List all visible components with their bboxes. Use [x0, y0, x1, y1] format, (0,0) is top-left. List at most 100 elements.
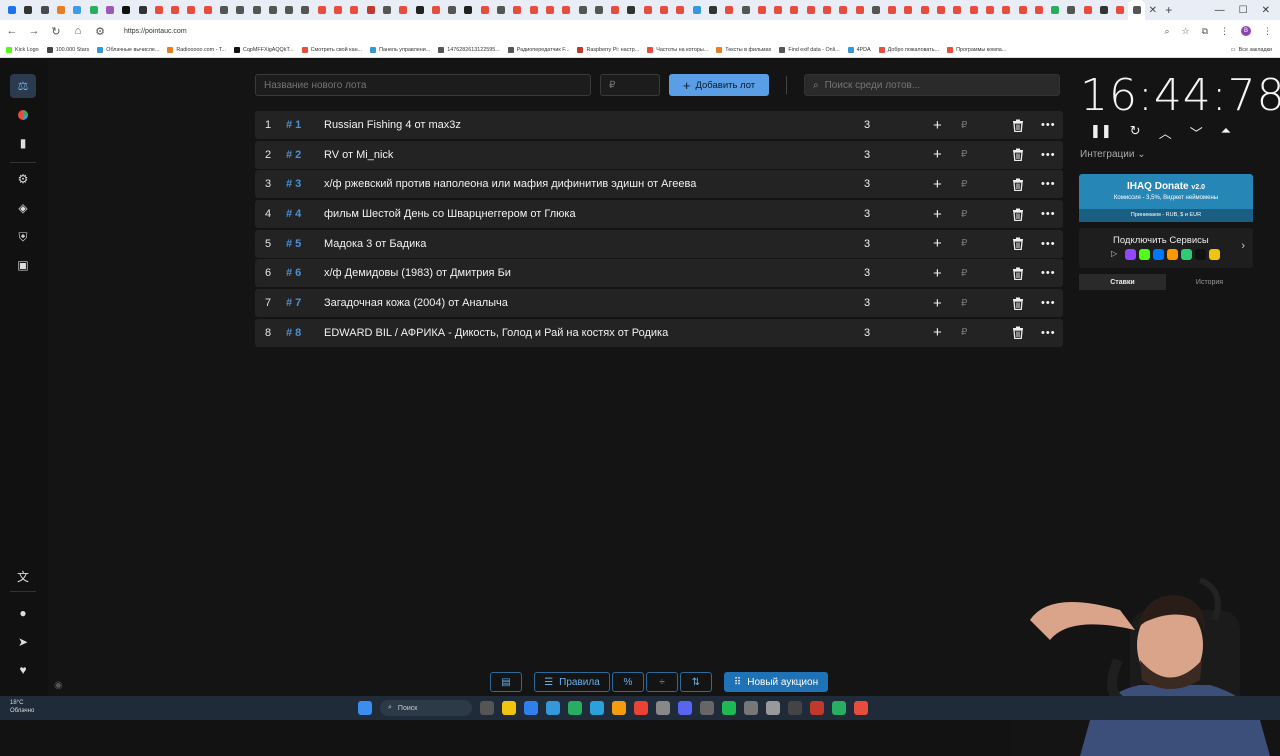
browser-tab[interactable]: [672, 0, 688, 20]
maximize-icon[interactable]: ☐: [1239, 5, 1248, 16]
browser-tab[interactable]: [428, 0, 444, 20]
browser-tab[interactable]: [37, 0, 53, 20]
discord-icon[interactable]: [678, 701, 692, 715]
browser-tab[interactable]: [656, 0, 672, 20]
services-panel[interactable]: Подключить Сервисы ▷ ›: [1079, 228, 1253, 268]
browser-tab[interactable]: [754, 0, 770, 20]
browser-menu-icon[interactable]: ⋮: [1263, 26, 1272, 37]
integrations-toggle[interactable]: Интеграции ⌄: [1080, 149, 1146, 160]
tab-bets[interactable]: Ставки: [1079, 274, 1166, 290]
browser-tab[interactable]: [509, 0, 525, 20]
lot-title[interactable]: RV от Mi_nick: [324, 149, 393, 161]
add-amount-icon[interactable]: +: [933, 176, 942, 193]
ruble-input[interactable]: ₽: [961, 120, 967, 131]
browser-tab[interactable]: [1112, 0, 1128, 20]
bookmark-item[interactable]: Find exif data - Onli...: [779, 46, 840, 53]
browser-tab[interactable]: [297, 0, 313, 20]
new-auction-button[interactable]: ⠿ Новый аукцион: [724, 672, 828, 692]
browser-tab[interactable]: [770, 0, 786, 20]
task-view-icon[interactable]: [480, 701, 494, 715]
browser-tab[interactable]: [69, 0, 85, 20]
add-amount-icon[interactable]: +: [933, 295, 942, 312]
browser-tab[interactable]: [85, 0, 101, 20]
wheel-icon[interactable]: [10, 103, 36, 127]
bookmark-item[interactable]: Raspberry Pi: настр...: [577, 46, 639, 53]
trash-icon[interactable]: [1012, 119, 1024, 132]
tab-history[interactable]: История: [1166, 274, 1253, 290]
browser-tab[interactable]: [835, 0, 851, 20]
browser-tab[interactable]: [786, 0, 802, 20]
ruble-input[interactable]: ₽: [961, 327, 967, 338]
lot-title[interactable]: х/ф Демидовы (1983) от Дмитрия Би: [324, 267, 511, 279]
github-icon[interactable]: ●: [10, 601, 36, 625]
browser-tab[interactable]: [232, 0, 248, 20]
browser-tab[interactable]: [411, 0, 427, 20]
browser-tab[interactable]: [53, 0, 69, 20]
bookmark-item[interactable]: Частоты на которы...: [647, 46, 708, 53]
browser-tab[interactable]: [542, 0, 558, 20]
add-amount-icon[interactable]: +: [933, 146, 942, 163]
lot-amount[interactable]: 3: [864, 297, 870, 309]
service-icon[interactable]: [1125, 249, 1136, 260]
stats-icon[interactable]: ▮: [10, 131, 36, 155]
add-amount-icon[interactable]: +: [933, 117, 942, 134]
lot-title[interactable]: фильм Шестой День со Шварцнеггером от Гл…: [324, 208, 576, 220]
bookmark-item[interactable]: Смотреть свой кан...: [301, 46, 362, 53]
service-icon[interactable]: [1153, 249, 1164, 260]
lot-amount[interactable]: 3: [864, 327, 870, 339]
more-options-icon[interactable]: •••: [1041, 208, 1056, 220]
browser-tab[interactable]: [314, 0, 330, 20]
ruble-input[interactable]: ₽: [961, 298, 967, 309]
browser-tab[interactable]: [737, 0, 753, 20]
telegram-app-icon[interactable]: [590, 701, 604, 715]
lot-title[interactable]: EDWARD BIL / АФРИКА - Дикость, Голод и Р…: [324, 327, 668, 339]
lot-amount[interactable]: 3: [864, 178, 870, 190]
browser-tab[interactable]: [982, 0, 998, 20]
bookmark-item[interactable]: Радиопередатчик F...: [507, 46, 569, 53]
bookmark-star-icon[interactable]: ☆: [1181, 26, 1189, 37]
windows-start-icon[interactable]: [358, 701, 372, 715]
settings-icon[interactable]: ⚙: [10, 167, 36, 191]
browser-tab[interactable]: [966, 0, 982, 20]
trash-icon[interactable]: [1012, 237, 1024, 251]
ruble-input[interactable]: ₽: [961, 268, 967, 279]
lot-title[interactable]: Russian Fishing 4 от max3z: [324, 119, 461, 131]
close-window-icon[interactable]: ✕: [1262, 5, 1270, 16]
shield-icon[interactable]: ⛨: [10, 225, 36, 249]
split-icon[interactable]: ÷: [646, 672, 678, 692]
lot-search-input[interactable]: [824, 79, 1045, 91]
ruble-input[interactable]: ₽: [961, 209, 967, 220]
lot-title[interactable]: х/ф ржевский против наполеона или мафия …: [324, 178, 696, 190]
ruble-input[interactable]: ₽: [961, 238, 967, 249]
browser-tab[interactable]: [1014, 0, 1030, 20]
service-icon[interactable]: [1195, 249, 1206, 260]
more-options-icon[interactable]: •••: [1041, 119, 1056, 131]
browser-tab[interactable]: [493, 0, 509, 20]
browser-tab[interactable]: [1031, 0, 1047, 20]
app-icon-5[interactable]: [744, 701, 758, 715]
bookmark-item[interactable]: Облачные вычисле...: [97, 46, 159, 53]
telegram-icon[interactable]: ➤: [10, 630, 36, 654]
browser-tab[interactable]: [1047, 0, 1063, 20]
app-icon-7[interactable]: [788, 701, 802, 715]
bookmark-item[interactable]: 1476282613122595...: [438, 46, 500, 53]
chevron-down-icon[interactable]: ﹀: [1190, 123, 1203, 142]
extensions-icon[interactable]: ⧉: [1202, 26, 1208, 37]
bookmark-item[interactable]: CqpMFFXigAQQkT...: [234, 46, 294, 53]
browser-tab[interactable]: [607, 0, 623, 20]
browser-tab[interactable]: [134, 0, 150, 20]
bookmark-item[interactable]: Radiooooo.com - T...: [167, 46, 226, 53]
browser-tab[interactable]: [819, 0, 835, 20]
add-lot-button[interactable]: + Добавить лот: [669, 74, 769, 96]
browser-tab[interactable]: [803, 0, 819, 20]
browser-tab[interactable]: [623, 0, 639, 20]
service-icon[interactable]: [1139, 249, 1150, 260]
browser-tab[interactable]: [591, 0, 607, 20]
browser-tab[interactable]: [1063, 0, 1079, 20]
double-up-icon[interactable]: ⏶: [1221, 123, 1231, 142]
vscode-icon[interactable]: [524, 701, 538, 715]
browser-tab[interactable]: [477, 0, 493, 20]
reset-icon[interactable]: ↻: [1130, 123, 1141, 142]
browser-tab[interactable]: [1096, 0, 1112, 20]
browser-tab[interactable]: [20, 0, 36, 20]
